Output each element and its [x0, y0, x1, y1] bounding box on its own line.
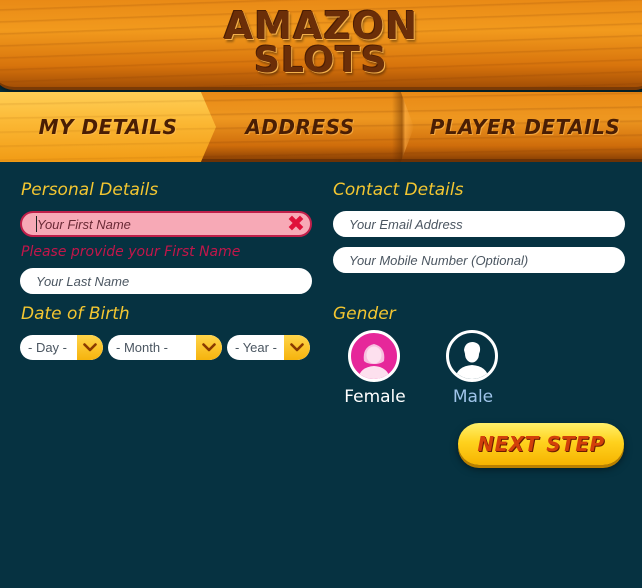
- tab-my-details-label: MY DETAILS: [38, 115, 178, 139]
- chevron-down-icon: [284, 335, 310, 360]
- contact-details-title: Contact Details: [333, 180, 464, 200]
- personal-details-title: Personal Details: [21, 180, 159, 200]
- gender-female-option[interactable]: Female: [330, 330, 420, 412]
- first-name-error-message: Please provide your First Name: [21, 244, 241, 260]
- month-select-value: - Month -: [116, 340, 169, 355]
- text-caret: [36, 216, 37, 232]
- tab-player-details[interactable]: PLAYER DETAILS: [408, 92, 642, 162]
- tab-address[interactable]: ADDRESS: [200, 92, 400, 162]
- year-select-value: - Year -: [235, 340, 277, 355]
- logo-title-line2: SLOTS: [254, 40, 388, 81]
- mobile-input[interactable]: [333, 247, 625, 273]
- date-of-birth-title: Date of Birth: [21, 304, 130, 324]
- tab-my-details[interactable]: MY DETAILS: [0, 92, 216, 162]
- next-step-label: NEXT STEP: [477, 432, 605, 456]
- gender-male-option[interactable]: Male: [428, 330, 518, 412]
- chevron-down-icon: [77, 335, 103, 360]
- tab-address-label: ADDRESS: [245, 115, 355, 139]
- day-select[interactable]: - Day -: [20, 335, 103, 360]
- female-label: Female: [344, 387, 406, 407]
- male-avatar-icon: [446, 330, 498, 382]
- year-select[interactable]: - Year -: [227, 335, 310, 360]
- chevron-down-icon: [196, 335, 222, 360]
- email-input[interactable]: [333, 211, 625, 237]
- female-avatar-icon: [348, 330, 400, 382]
- tab-player-details-label: PLAYER DETAILS: [429, 115, 621, 139]
- gender-title: Gender: [333, 304, 396, 324]
- male-label: Male: [452, 387, 494, 407]
- next-step-button[interactable]: NEXT STEP: [458, 423, 624, 465]
- day-select-value: - Day -: [28, 340, 67, 355]
- month-select[interactable]: - Month -: [108, 335, 222, 360]
- last-name-input[interactable]: [20, 268, 312, 294]
- error-x-icon: ✖: [286, 211, 306, 237]
- step-tabs: MY DETAILS ADDRESS PLAYER DETAILS: [0, 92, 642, 162]
- first-name-input[interactable]: [20, 211, 312, 237]
